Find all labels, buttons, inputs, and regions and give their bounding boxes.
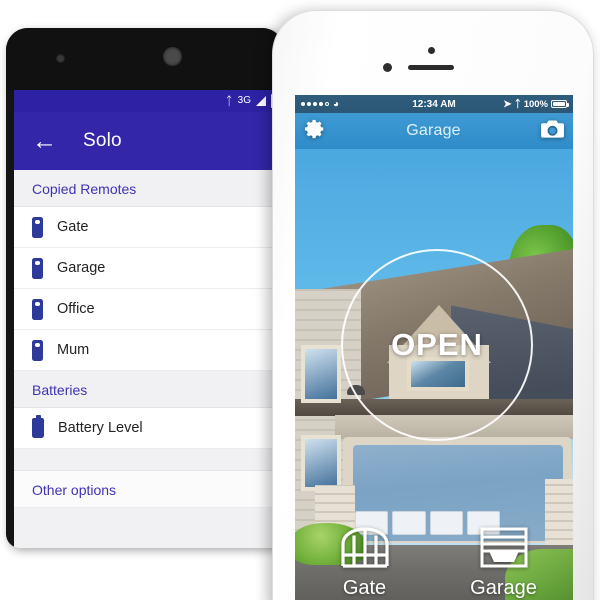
list-item[interactable]: Office bbox=[14, 289, 284, 330]
garage-button[interactable]: Garage bbox=[456, 525, 552, 600]
android-top-bezel bbox=[6, 28, 284, 90]
iphone-proximity-sensor-icon bbox=[383, 63, 392, 72]
camera-icon[interactable] bbox=[540, 119, 564, 144]
status-ring: OPEN bbox=[341, 249, 533, 441]
page-title: Solo bbox=[83, 130, 122, 151]
list-item-label: Mum bbox=[57, 342, 90, 358]
bluetooth-icon: ᛏ bbox=[225, 94, 233, 108]
remote-icon bbox=[32, 339, 43, 361]
remote-icon bbox=[32, 298, 43, 320]
android-earpiece-speaker-icon bbox=[163, 47, 182, 66]
house-window-lower bbox=[301, 435, 341, 491]
back-arrow-icon[interactable]: ← bbox=[32, 128, 57, 154]
list-item[interactable]: Garage bbox=[14, 248, 284, 289]
battery-full-icon bbox=[551, 100, 569, 108]
list-item[interactable]: Gate bbox=[14, 207, 284, 248]
section-header-copied-remotes: Copied Remotes bbox=[14, 170, 284, 207]
android-proximity-sensor-icon bbox=[56, 54, 65, 63]
camera-viewfinder[interactable]: OPEN Gate Garage bbox=[295, 149, 573, 600]
location-arrow-icon: ➤ bbox=[503, 98, 512, 110]
list-item[interactable]: Mum bbox=[14, 330, 284, 371]
gate-button[interactable]: Gate bbox=[317, 525, 413, 600]
list-item-label: Gate bbox=[57, 219, 89, 235]
android-phone-device: ᛏ 3G ← Solo Copied Remotes Gate Garage O… bbox=[6, 28, 284, 548]
status-badge: OPEN bbox=[391, 327, 483, 362]
list-footer-spacer bbox=[14, 508, 284, 548]
iphone-earpiece-speaker-icon bbox=[408, 65, 454, 70]
gear-icon[interactable] bbox=[304, 118, 326, 145]
bluetooth-icon: ᛏ bbox=[514, 98, 521, 110]
battery-percent-label: 100% bbox=[523, 98, 548, 110]
network-type-label: 3G bbox=[237, 95, 251, 106]
gate-icon bbox=[340, 525, 390, 574]
iphone-device: ◕ 12:34 AM ➤ ᛏ 100% Garage OPEN Gate Gar… bbox=[272, 10, 594, 600]
section-header-other-options[interactable]: Other options bbox=[14, 471, 284, 508]
ios-status-left: ◕ bbox=[301, 99, 339, 110]
garage-button-label: Garage bbox=[470, 577, 537, 599]
list-spacer bbox=[14, 449, 284, 471]
ios-nav-bar: Garage bbox=[295, 113, 573, 149]
action-bar: Gate Garage bbox=[295, 517, 573, 600]
list-item[interactable]: Battery Level bbox=[14, 408, 284, 449]
gate-button-label: Gate bbox=[342, 577, 387, 599]
signal-triangle-icon bbox=[256, 96, 266, 106]
battery-icon bbox=[32, 415, 44, 438]
list-item-label: Garage bbox=[57, 260, 106, 276]
wifi-icon: ◕ bbox=[333, 98, 340, 110]
ios-status-bar: ◕ 12:34 AM ➤ ᛏ 100% bbox=[295, 95, 573, 113]
android-app-bar: ← Solo bbox=[14, 112, 284, 170]
ios-status-right: ➤ ᛏ 100% bbox=[503, 98, 569, 110]
garage-door-icon bbox=[479, 525, 529, 574]
list-item-label: Battery Level bbox=[58, 420, 143, 436]
signal-dots-icon bbox=[301, 102, 329, 106]
remote-icon bbox=[32, 216, 43, 238]
house-window-upper bbox=[301, 345, 341, 403]
page-title: Garage bbox=[406, 122, 461, 139]
list-item-label: Office bbox=[57, 301, 95, 317]
remotes-list[interactable]: Copied Remotes Gate Garage Office Mum Ba… bbox=[14, 170, 284, 548]
iphone-front-camera-icon bbox=[428, 47, 435, 54]
android-status-bar: ᛏ 3G bbox=[14, 90, 284, 112]
remote-icon bbox=[32, 257, 43, 279]
android-screen: ᛏ 3G ← Solo Copied Remotes Gate Garage O… bbox=[14, 90, 284, 548]
screenshot-stage: ᛏ 3G ← Solo Copied Remotes Gate Garage O… bbox=[0, 0, 600, 600]
iphone-screen: ◕ 12:34 AM ➤ ᛏ 100% Garage OPEN Gate Gar… bbox=[295, 95, 573, 600]
section-header-batteries: Batteries bbox=[14, 371, 284, 408]
